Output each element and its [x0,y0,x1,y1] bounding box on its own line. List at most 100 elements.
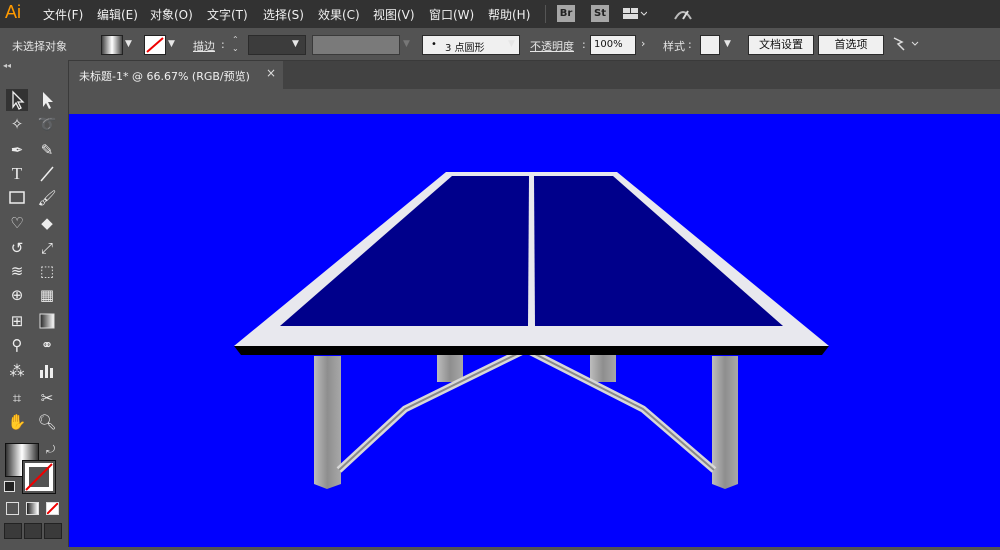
paintbrush-tool-icon[interactable]: 🖌 [36,187,58,209]
gpu-performance-icon[interactable] [673,5,693,23]
slice-tool-icon[interactable]: ✂ [36,387,58,409]
document-tab-title: 未标题-1* @ 66.67% (RGB/预览) [79,70,250,83]
shape-builder-tool-icon[interactable]: ⊕ [6,284,28,306]
stroke-dropdown-icon[interactable]: ▼ [168,39,175,49]
style-dropdown-icon[interactable]: ▼ [724,39,731,49]
default-fill-stroke-icon[interactable] [4,481,15,492]
gradient-mode-icon[interactable] [26,502,39,515]
left-brace [336,348,523,473]
artboard-canvas[interactable] [69,114,1000,547]
mesh-tool-icon[interactable]: ⊞ [6,310,28,332]
pasteboard [69,89,1000,114]
selection-tool-icon[interactable] [6,89,28,111]
stock-button[interactable]: St [591,5,609,22]
brush-dot-icon: • [431,39,437,50]
stroke-color-swatch[interactable] [22,460,56,494]
document-setup-button[interactable]: 文档设置 [748,35,814,55]
rotate-tool-icon[interactable]: ↺ [6,237,28,259]
free-transform-tool-icon[interactable]: ⬚ [36,260,58,282]
menu-bar: Ai 文件(F) 编辑(E) 对象(O) 文字(T) 选择(S) 效果(C) 视… [0,0,1000,28]
eraser-tool-icon[interactable]: ◆ [36,212,58,234]
profile-dropdown-icon[interactable]: ▼ [403,39,410,49]
table-edge [234,346,829,355]
lasso-tool-icon[interactable]: ➰ [36,113,58,135]
zoom-tool-icon[interactable]: 🔍︎ [36,411,58,433]
column-graph-tool-icon[interactable] [36,360,58,382]
control-bar: 未选择对象 ▼ ▼ 描边 : ⌃ ⌄ ▼ ▼ • 3 点圆形 ▼ 不透明度 : 1… [0,28,1000,61]
menu-effect[interactable]: 效果(C) [318,6,360,23]
preferences-button[interactable]: 首选项 [818,35,884,55]
perspective-grid-tool-icon[interactable]: ▦ [36,284,58,306]
stroke-label[interactable]: 描边 [193,38,215,54]
draw-behind-icon[interactable] [24,523,42,539]
selection-status: 未选择对象 [12,40,67,53]
bridge-button[interactable]: Br [557,5,575,22]
scale-tool-icon[interactable]: ⤢ [36,237,58,259]
symbol-sprayer-tool-icon[interactable]: ⁂ [6,360,28,382]
brush-dropdown-icon[interactable]: ▼ [508,39,515,49]
color-mode-icon[interactable] [6,502,19,515]
front-right-leg [712,356,738,489]
opacity-arrow-icon[interactable]: › [641,37,645,50]
stroke-weight-stepper[interactable]: ⌃ ⌄ [232,35,246,53]
warp-tool-icon[interactable]: ≋ [6,260,28,282]
tools-panel: ◂◂ ✧ ➰ ✒ ✎ T 🖌 ♡ ◆ ↺ ⤢ ≋ ⬚ ⊕ ▦ ⊞ ⚲ ⚭ ⁂ ⌗… [0,60,69,547]
opacity-colon: : [582,38,586,51]
opacity-label[interactable]: 不透明度 [530,38,574,54]
front-left-leg [314,356,341,489]
pen-tool-icon[interactable]: ✒ [6,139,28,161]
left-brace-shade [338,351,522,471]
menu-help[interactable]: 帮助(H) [488,6,530,23]
variable-width-profile[interactable] [312,35,400,55]
back-left-leg [437,354,463,382]
collapse-panel-icon[interactable]: ◂◂ [3,61,11,70]
illustrator-logo: Ai [5,2,22,22]
workspace-arrange-icon[interactable] [623,6,648,22]
menu-object[interactable]: 对象(O) [150,6,193,23]
fill-swatch[interactable] [101,35,123,55]
stroke-weight-dropdown-icon[interactable]: ▼ [292,39,299,49]
table-surface-left [280,176,529,326]
drawing-mode-icon[interactable] [4,523,22,539]
menu-type[interactable]: 文字(T) [207,6,248,23]
eyedropper-tool-icon[interactable]: ⚲ [6,334,28,356]
menu-select[interactable]: 选择(S) [263,6,304,23]
direct-selection-tool-icon[interactable] [36,89,58,111]
menu-separator [545,5,546,23]
arrange-documents-icon[interactable] [892,36,920,52]
right-brace [529,348,717,473]
document-tab[interactable]: 未标题-1* @ 66.67% (RGB/预览) × [69,61,283,89]
screen-mode-icon[interactable] [44,523,62,539]
magic-wand-tool-icon[interactable]: ✧ [6,113,28,135]
menu-window[interactable]: 窗口(W) [429,6,474,23]
table-surface-right [534,176,783,326]
curvature-tool-icon[interactable]: ✎ [36,139,58,161]
hand-tool-icon[interactable]: ✋ [6,411,28,433]
gradient-tool-icon[interactable] [36,310,58,332]
brush-value: 3 点圆形 [445,43,485,54]
opacity-value: 100% [594,39,623,50]
document-tab-bar: 未标题-1* @ 66.67% (RGB/预览) × [69,61,1000,89]
close-icon[interactable]: × [266,66,276,80]
line-tool-icon[interactable] [36,163,58,185]
stroke-swatch[interactable] [144,35,166,55]
style-label: 样式 [663,40,685,53]
rectangle-tool-icon[interactable] [6,187,28,209]
graphic-style-swatch[interactable] [700,35,720,55]
shaper-tool-icon[interactable]: ♡ [6,212,28,234]
artboard-tool-icon[interactable]: ⌗ [6,387,28,409]
menu-file[interactable]: 文件(F) [43,6,83,23]
back-right-leg [590,354,616,382]
opacity-input[interactable]: 100% [590,35,636,55]
stroke-colon: : [221,38,225,51]
fill-dropdown-icon[interactable]: ▼ [125,39,132,49]
blend-tool-icon[interactable]: ⚭ [36,334,58,356]
style-colon: : [688,38,692,51]
brush-definition[interactable]: • 3 点圆形 [422,35,520,55]
ping-pong-table-artwork [234,172,829,489]
menu-edit[interactable]: 编辑(E) [97,6,138,23]
none-mode-icon[interactable] [46,502,59,515]
menu-view[interactable]: 视图(V) [373,6,415,23]
swap-fill-stroke-icon[interactable]: ⤾ [46,443,55,457]
type-tool-icon[interactable]: T [6,163,28,185]
